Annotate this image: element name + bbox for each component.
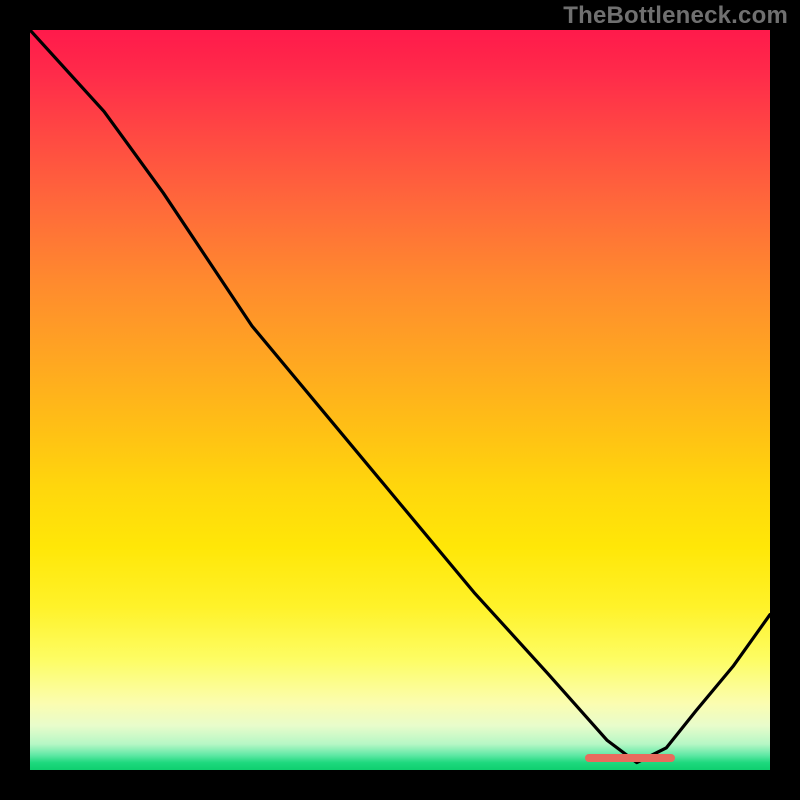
chart-frame: TheBottleneck.com <box>0 0 800 800</box>
plot-area <box>30 30 770 770</box>
watermark-text: TheBottleneck.com <box>563 2 788 30</box>
bottleneck-curve <box>30 30 770 763</box>
line-layer <box>30 30 770 770</box>
optimal-range-marker <box>585 754 675 762</box>
